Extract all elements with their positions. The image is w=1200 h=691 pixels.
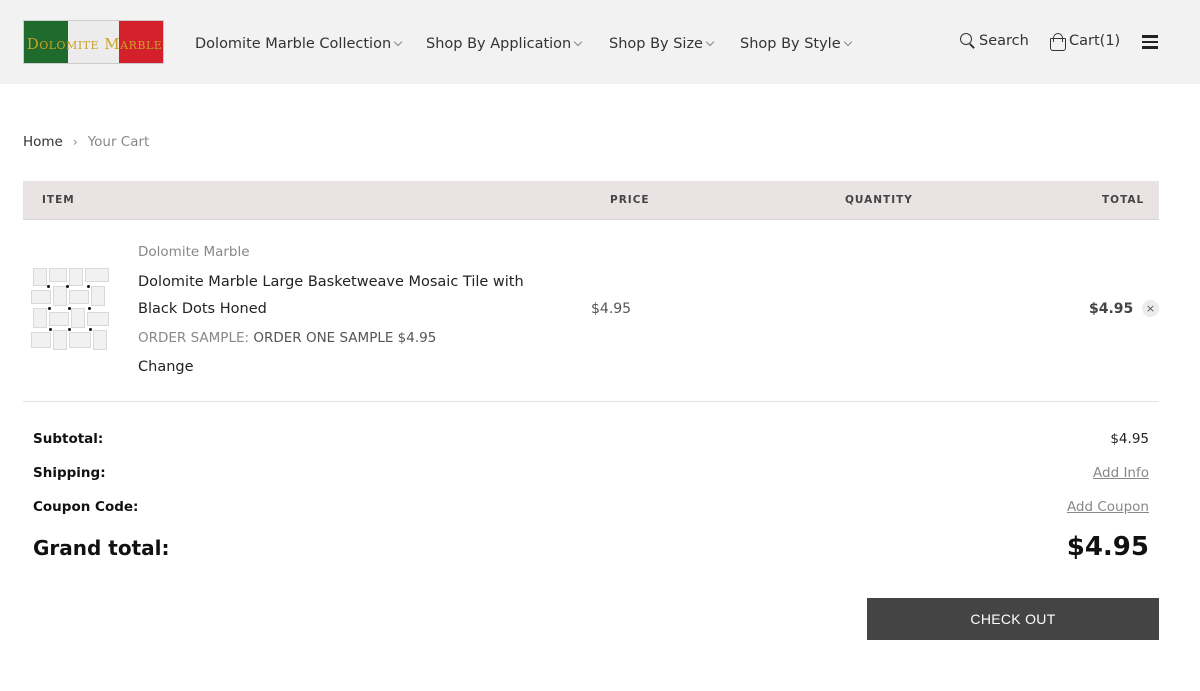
close-icon[interactable]: × bbox=[1142, 300, 1159, 317]
search-button[interactable]: Search bbox=[959, 33, 1029, 49]
product-thumbnail[interactable] bbox=[29, 266, 115, 352]
column-header-total: TOTAL bbox=[1102, 194, 1145, 206]
nav-shop-by-size[interactable]: Shop By Size bbox=[609, 36, 715, 52]
nav-dolomite-marble-collection[interactable]: Dolomite Marble Collection bbox=[195, 36, 403, 52]
add-coupon-link[interactable]: Add Coupon bbox=[1067, 499, 1149, 515]
change-option-link[interactable]: Change bbox=[138, 359, 194, 375]
breadcrumb: Home › Your Cart bbox=[23, 134, 149, 150]
option-value: ORDER ONE SAMPLE $4.95 bbox=[253, 330, 437, 346]
nav-label: Dolomite Marble Collection bbox=[195, 36, 392, 52]
shipping-label: Shipping: bbox=[33, 465, 106, 481]
chevron-down-icon bbox=[393, 37, 403, 47]
grand-total-label: Grand total: bbox=[33, 536, 170, 560]
product-title-link[interactable]: Dolomite Marble Large Basketweave Mosaic… bbox=[138, 269, 558, 323]
chevron-down-icon bbox=[573, 37, 583, 47]
divider bbox=[23, 401, 1159, 402]
chevron-down-icon bbox=[843, 37, 852, 47]
nav-label: Shop By Application bbox=[426, 36, 572, 52]
product-option: ORDER SAMPLE: ORDER ONE SAMPLE $4.95 bbox=[138, 330, 436, 346]
product-brand: Dolomite Marble bbox=[138, 244, 250, 260]
cart-table-header: ITEM PRICE QUANTITY TOTAL bbox=[23, 181, 1159, 220]
search-label: Search bbox=[979, 33, 1029, 49]
nav-shop-by-style[interactable]: Shop By Style bbox=[740, 36, 852, 52]
column-header-item: ITEM bbox=[42, 194, 75, 206]
nav-label: Shop By Style bbox=[740, 36, 841, 52]
add-shipping-info-link[interactable]: Add Info bbox=[1093, 465, 1149, 481]
nav-label: Shop By Size bbox=[609, 36, 703, 52]
column-header-price: PRICE bbox=[610, 194, 650, 206]
coupon-code-label: Coupon Code: bbox=[33, 499, 139, 515]
option-label: ORDER SAMPLE: bbox=[138, 330, 250, 346]
subtotal-label: Subtotal: bbox=[33, 431, 104, 447]
column-header-quantity: QUANTITY bbox=[845, 194, 913, 206]
chevron-down-icon bbox=[705, 37, 715, 47]
site-logo[interactable]: Dolomite Marble bbox=[23, 20, 164, 64]
cart-icon bbox=[1049, 33, 1066, 51]
item-total: $4.95 bbox=[1089, 301, 1134, 317]
nav-shop-by-application[interactable]: Shop By Application bbox=[426, 36, 583, 52]
cart-button[interactable]: Cart(1) bbox=[1049, 33, 1121, 51]
logo-text: Dolomite Marble bbox=[26, 35, 163, 53]
search-icon bbox=[959, 33, 975, 49]
breadcrumb-current: Your Cart bbox=[87, 134, 150, 150]
checkout-button[interactable]: CHECK OUT bbox=[867, 598, 1159, 640]
breadcrumb-home-link[interactable]: Home bbox=[23, 134, 63, 150]
site-header: Dolomite Marble Dolomite Marble Collecti… bbox=[0, 0, 1200, 84]
item-price: $4.95 bbox=[591, 301, 632, 317]
cart-label: Cart(1) bbox=[1069, 33, 1121, 49]
chevron-right-icon: › bbox=[72, 135, 78, 149]
subtotal-value: $4.95 bbox=[1110, 431, 1149, 447]
grand-total-value: $4.95 bbox=[1066, 532, 1149, 562]
menu-icon[interactable] bbox=[1142, 35, 1158, 49]
